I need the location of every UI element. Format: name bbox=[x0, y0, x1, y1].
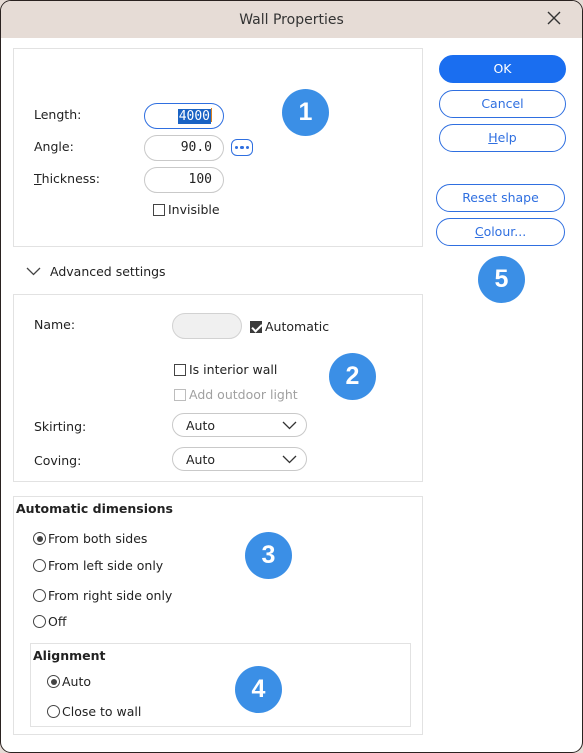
chevron-down-icon bbox=[282, 421, 297, 430]
wall-properties-dialog: Wall Properties Length: 4000 Angle: 90.0… bbox=[0, 0, 583, 753]
radio-off[interactable]: Off bbox=[33, 614, 66, 629]
checkbox-box bbox=[174, 388, 186, 401]
close-button[interactable] bbox=[542, 7, 566, 31]
dot-icon bbox=[245, 145, 250, 150]
badge-5: 5 bbox=[478, 256, 525, 303]
badge-3: 3 bbox=[245, 532, 292, 579]
radio-label: From right side only bbox=[48, 588, 173, 603]
radio-from-right-side-only[interactable]: From right side only bbox=[33, 588, 172, 603]
angle-more-button[interactable] bbox=[231, 139, 253, 156]
length-label: Length: bbox=[34, 107, 82, 122]
length-value: 4000 bbox=[177, 109, 211, 124]
colour-button[interactable]: Colour... bbox=[436, 218, 565, 246]
reset-shape-button[interactable]: Reset shape bbox=[436, 184, 565, 212]
thickness-mnemonic: T bbox=[34, 171, 42, 186]
automatic-checkbox[interactable]: Automatic bbox=[250, 319, 329, 334]
coving-value: Auto bbox=[186, 452, 216, 467]
colour-label: olour... bbox=[483, 224, 527, 239]
radio-circle bbox=[33, 615, 46, 628]
radio-label: Auto bbox=[62, 674, 92, 689]
dot-icon bbox=[240, 145, 244, 150]
help-label: elp bbox=[497, 130, 517, 145]
radio-alignment-auto[interactable]: Auto bbox=[47, 674, 91, 689]
radio-circle bbox=[33, 589, 46, 602]
invisible-checkbox[interactable]: Invisible bbox=[153, 202, 220, 217]
outdoor-light-label: Add outdoor light bbox=[189, 387, 298, 402]
radio-from-left-side-only[interactable]: From left side only bbox=[33, 558, 163, 573]
close-icon bbox=[547, 11, 561, 25]
radio-label: Close to wall bbox=[62, 704, 142, 719]
cancel-button[interactable]: Cancel bbox=[439, 90, 566, 118]
skirting-select[interactable]: Auto bbox=[172, 413, 307, 437]
outdoor-light-checkbox: Add outdoor light bbox=[174, 387, 298, 402]
badge-2: 2 bbox=[329, 353, 376, 400]
angle-input[interactable]: 90.0 bbox=[144, 135, 224, 161]
colour-mnemonic: C bbox=[474, 224, 484, 239]
checkbox-box-checked bbox=[250, 320, 262, 333]
radio-circle bbox=[33, 559, 46, 572]
alignment-heading: Alignment bbox=[33, 648, 106, 663]
badge-4: 4 bbox=[235, 666, 282, 713]
radio-close-to-wall[interactable]: Close to wall bbox=[47, 704, 141, 719]
radio-from-both-sides[interactable]: From both sides bbox=[33, 531, 147, 546]
help-button[interactable]: Help bbox=[439, 124, 566, 152]
advanced-settings-toggle[interactable]: Advanced settings bbox=[26, 264, 166, 279]
radio-label: From left side only bbox=[48, 558, 164, 573]
coving-label: Coving: bbox=[34, 453, 82, 468]
dialog-title: Wall Properties bbox=[239, 12, 344, 28]
advanced-settings-label: Advanced settings bbox=[50, 264, 166, 279]
thickness-label-text: hickness: bbox=[41, 171, 100, 186]
ok-button[interactable]: OK bbox=[439, 55, 566, 83]
title-bar: Wall Properties bbox=[1, 1, 582, 38]
radio-circle-selected bbox=[33, 532, 46, 545]
checkbox-box bbox=[153, 203, 165, 216]
automatic-label: Automatic bbox=[265, 319, 330, 334]
interior-wall-checkbox[interactable]: Is interior wall bbox=[174, 362, 277, 377]
name-label: Name: bbox=[34, 317, 76, 332]
chevron-down-icon bbox=[26, 267, 41, 276]
radio-circle-selected bbox=[47, 675, 60, 688]
skirting-value: Auto bbox=[186, 418, 216, 433]
radio-circle bbox=[47, 705, 60, 718]
auto-dimensions-heading: Automatic dimensions bbox=[16, 501, 173, 516]
badge-1: 1 bbox=[282, 89, 329, 136]
invisible-label: Invisible bbox=[168, 202, 220, 217]
dot-icon bbox=[234, 145, 239, 150]
interior-wall-label: Is interior wall bbox=[189, 362, 278, 377]
checkbox-box bbox=[174, 363, 186, 376]
help-mnemonic: H bbox=[488, 130, 498, 145]
name-input[interactable] bbox=[172, 313, 242, 339]
chevron-down-icon bbox=[282, 455, 297, 464]
text-caret bbox=[211, 108, 212, 122]
thickness-label: Thickness: bbox=[34, 171, 100, 186]
skirting-label: Skirting: bbox=[34, 419, 87, 434]
length-input[interactable]: 4000 bbox=[144, 103, 224, 129]
radio-label: Off bbox=[48, 614, 67, 629]
coving-select[interactable]: Auto bbox=[172, 447, 307, 471]
thickness-input[interactable]: 100 bbox=[144, 167, 224, 193]
angle-label: Angle: bbox=[34, 139, 74, 154]
radio-label: From both sides bbox=[48, 531, 148, 546]
